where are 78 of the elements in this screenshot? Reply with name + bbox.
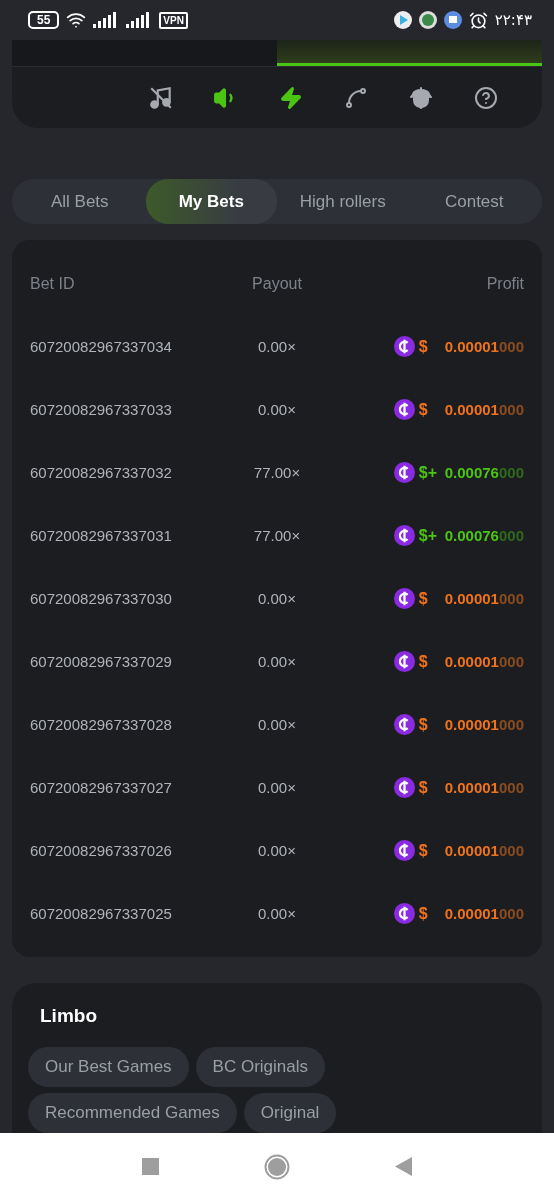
vpn-badge: VPN xyxy=(159,11,188,29)
profit-amount: 0.00001000 xyxy=(444,590,524,607)
bet-id: 60720082967337034 xyxy=(30,338,173,355)
mode-bar-segment[interactable] xyxy=(277,40,542,66)
payout: 0.00× xyxy=(257,590,297,607)
payout: 77.00× xyxy=(252,527,302,544)
bet-id: 60720082967337032 xyxy=(30,464,173,481)
profit-amount: 0.00001000 xyxy=(444,401,524,418)
currency-sign: $+ xyxy=(418,526,438,545)
coin-icon xyxy=(393,651,415,672)
music-off-icon xyxy=(147,84,174,111)
tab[interactable]: High rollers xyxy=(277,179,409,224)
coin-icon xyxy=(393,903,415,924)
profit-amount: 0.00001000 xyxy=(444,779,524,796)
currency-sign: $ xyxy=(418,778,429,797)
payout: 0.00× xyxy=(257,842,297,859)
coin-icon xyxy=(393,588,415,609)
coin-icon xyxy=(393,840,415,861)
payout: 0.00× xyxy=(257,401,297,418)
alarm-icon xyxy=(468,10,488,30)
column-header: Payout xyxy=(251,274,303,293)
bet-id: 60720082967337025 xyxy=(30,905,173,922)
currency-sign: $ xyxy=(418,652,429,671)
bet-id: 60720082967337033 xyxy=(30,401,173,418)
profit-amount: 0.00001000 xyxy=(444,905,524,922)
battery-level: 55 xyxy=(28,11,60,29)
profit-amount: 0.00076000 xyxy=(444,527,524,544)
back-icon[interactable] xyxy=(395,1157,412,1176)
payout: 0.00× xyxy=(257,779,297,796)
coin-icon xyxy=(393,714,415,735)
game-title: Limbo xyxy=(40,1005,98,1027)
payout: 0.00× xyxy=(257,338,297,355)
message-icon xyxy=(443,11,462,29)
tag-chip[interactable]: BC Originals xyxy=(195,1047,326,1087)
currency-sign: $ xyxy=(418,337,429,356)
tab[interactable]: My Bets xyxy=(145,179,277,224)
bet-id: 60720082967337026 xyxy=(30,842,173,859)
coin-icon xyxy=(393,399,415,420)
coin-icon xyxy=(393,462,415,483)
bet-id: 60720082967337029 xyxy=(30,653,173,670)
payout: 0.00× xyxy=(257,653,297,670)
tag-chip[interactable]: Recommended Games xyxy=(28,1093,237,1133)
profit-amount: 0.00001000 xyxy=(444,338,524,355)
bet-id: 60720082967337028 xyxy=(30,716,173,733)
play-store-icon xyxy=(393,11,412,29)
tag-chip[interactable]: Our Best Games xyxy=(28,1047,189,1087)
currency-sign: $ xyxy=(418,904,429,923)
lightning-icon xyxy=(278,85,303,110)
column-header: Profit xyxy=(485,274,524,293)
currency-sign: $ xyxy=(418,400,429,419)
profit-amount: 0.00001000 xyxy=(444,716,524,733)
currency-sign: $ xyxy=(418,715,429,734)
payout: 0.00× xyxy=(257,716,297,733)
profit-amount: 0.00076000 xyxy=(444,464,524,481)
home-icon[interactable] xyxy=(264,1153,290,1180)
tab[interactable]: Contest xyxy=(408,179,540,224)
coin-icon xyxy=(393,336,415,357)
bet-id: 60720082967337031 xyxy=(30,527,173,544)
currency-sign: $ xyxy=(418,589,429,608)
acorn-icon xyxy=(408,85,433,110)
wifi-icon xyxy=(66,10,87,30)
payout: 0.00× xyxy=(257,905,297,922)
curve-icon xyxy=(343,85,368,110)
column-header: Bet ID xyxy=(30,274,76,293)
profit-amount: 0.00001000 xyxy=(444,653,524,670)
coin-icon xyxy=(393,525,415,546)
coin-icon xyxy=(393,777,415,798)
bet-id: 60720082967337030 xyxy=(30,590,173,607)
bet-id: 60720082967337027 xyxy=(30,779,173,796)
payout: 77.00× xyxy=(252,464,302,481)
tag-chip[interactable]: Original xyxy=(243,1093,337,1133)
profit-amount: 0.00001000 xyxy=(444,842,524,859)
currency-sign: $+ xyxy=(418,463,438,482)
currency-sign: $ xyxy=(418,841,429,860)
app-icon xyxy=(418,11,437,29)
help-icon xyxy=(473,85,498,110)
tab[interactable]: All Bets xyxy=(14,179,146,224)
clock-time: ۲۲:۴۳ xyxy=(494,11,532,29)
